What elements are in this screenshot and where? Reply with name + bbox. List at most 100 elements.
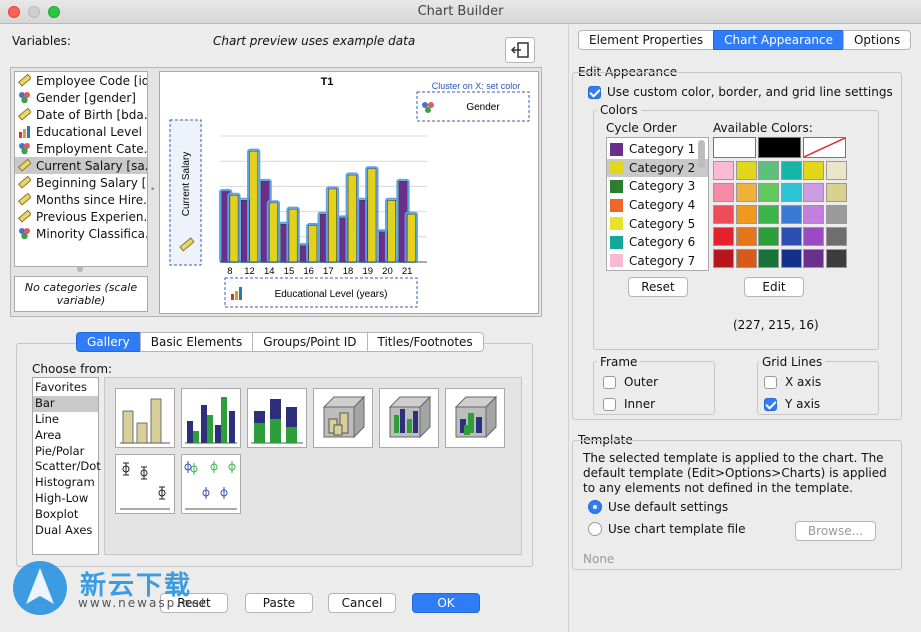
edit-color-button[interactable]: Edit (744, 277, 804, 297)
bar[interactable] (367, 168, 377, 263)
tab-options[interactable]: Options (842, 30, 912, 50)
cancel-button[interactable]: Cancel (328, 593, 396, 613)
clustered-bar-thumbnail[interactable] (181, 388, 241, 448)
palette-swatch-large[interactable] (713, 137, 756, 158)
cycle-category-item[interactable]: Category 3 (607, 177, 708, 196)
chart-type-item[interactable]: High-Low (33, 491, 98, 507)
tab-groups-point-id[interactable]: Groups/Point ID (252, 332, 367, 352)
chart-preview[interactable]: T1 Current Salary Cluster on X: set color G… (159, 71, 539, 314)
palette-swatch[interactable] (713, 183, 734, 202)
palette-swatch[interactable] (803, 161, 824, 180)
tab-gallery[interactable]: Gallery (76, 332, 140, 352)
palette-swatch[interactable] (803, 205, 824, 224)
use-default-radio[interactable] (588, 500, 602, 514)
chart-type-item[interactable]: Favorites (33, 380, 98, 396)
variable-item[interactable]: Months since Hire... (15, 191, 147, 208)
tab-chart-appearance[interactable]: Chart Appearance (713, 30, 843, 50)
variable-list[interactable]: Employee Code [id] Gender [gender] Date of… (14, 71, 148, 267)
clustered-error-bar-thumbnail[interactable] (181, 454, 241, 514)
palette-swatch[interactable] (825, 249, 847, 268)
inner-frame-row[interactable]: Inner (603, 397, 655, 411)
outer-frame-checkbox[interactable] (603, 375, 616, 389)
browse-button[interactable]: Browse... (795, 521, 876, 541)
variable-item[interactable]: Minority Classifica... (15, 225, 147, 242)
x-axis-grid-row[interactable]: X axis (764, 375, 821, 389)
variable-item[interactable]: Previous Experien... (15, 208, 147, 225)
variable-item[interactable]: Date of Birth [bda... (15, 106, 147, 123)
chart-type-item[interactable]: Bar (33, 395, 98, 412)
paste-button[interactable]: Paste (245, 593, 313, 613)
splitter-handle[interactable] (77, 266, 83, 272)
bar[interactable] (347, 174, 357, 263)
use-file-row[interactable]: Use chart template file (588, 522, 746, 536)
3d-bar-thumbnail[interactable] (313, 388, 373, 448)
use-file-radio[interactable] (588, 522, 602, 536)
variable-item[interactable]: Current Salary [sa... (15, 157, 147, 174)
palette-swatch[interactable] (713, 161, 734, 180)
custom-settings-row[interactable]: Use custom color, border, and grid line … (588, 85, 893, 99)
palette-swatch[interactable] (713, 205, 734, 224)
cycle-category-item[interactable]: Category 2 (607, 158, 708, 178)
palette-swatch[interactable] (803, 183, 824, 202)
variable-item[interactable]: Employee Code [id] (15, 72, 147, 89)
y-axis-grid-row[interactable]: Y axis (764, 397, 820, 411)
cycle-order-list[interactable]: Category 1 Category 2 Category 3 Category 4… (606, 137, 709, 271)
palette-swatch[interactable] (758, 161, 779, 180)
palette-swatch[interactable] (803, 227, 824, 246)
chart-type-item[interactable]: Line (33, 412, 98, 428)
cycle-category-item[interactable]: Category 1 (607, 140, 708, 159)
variable-item[interactable]: Employment Cate... (15, 140, 147, 157)
palette-swatch[interactable] (825, 183, 847, 202)
variable-item[interactable]: Beginning Salary [... (15, 174, 147, 191)
palette-swatch[interactable] (825, 227, 847, 246)
bar[interactable] (308, 225, 318, 263)
error-bar-thumbnail[interactable] (115, 454, 175, 514)
palette-swatch[interactable] (758, 205, 779, 224)
tab-titles-footnotes[interactable]: Titles/Footnotes (366, 332, 484, 352)
stacked-bar-thumbnail[interactable] (247, 388, 307, 448)
available-colors-grid[interactable] (713, 137, 849, 271)
palette-swatch[interactable] (780, 249, 802, 268)
collapse-panel-button[interactable] (505, 37, 535, 63)
chart-type-item[interactable]: Area (33, 428, 98, 444)
bar[interactable] (249, 150, 259, 263)
bar[interactable] (387, 199, 397, 263)
palette-swatch[interactable] (803, 249, 824, 268)
3d-stacked-bar-thumbnail[interactable] (445, 388, 505, 448)
chart-type-list[interactable]: Favorites Bar Line Area Pie/Polar Scatter/Dot… (32, 377, 101, 555)
palette-swatch[interactable] (780, 227, 802, 246)
chart-type-item[interactable]: Boxplot (33, 507, 98, 523)
palette-swatch[interactable] (735, 183, 757, 202)
cycle-category-item[interactable]: Category 4 (607, 196, 708, 215)
chart-type-item[interactable]: Pie/Polar (33, 444, 98, 460)
palette-swatch[interactable] (758, 249, 779, 268)
left-tabs[interactable]: Gallery Basic Elements Groups/Point ID Titl… (76, 332, 484, 352)
tab-element-properties[interactable]: Element Properties (578, 30, 714, 50)
use-default-row[interactable]: Use default settings (588, 500, 728, 514)
palette-swatch[interactable] (735, 249, 757, 268)
y-axis-grid-checkbox[interactable] (764, 397, 777, 411)
cycle-list-scrollbar[interactable] (698, 140, 705, 168)
variable-item[interactable]: Educational Level ... (15, 123, 147, 140)
chart-type-item[interactable]: Scatter/Dot (33, 459, 101, 475)
palette-swatch[interactable] (713, 227, 734, 246)
bar[interactable] (288, 208, 298, 263)
tab-basic-elements[interactable]: Basic Elements (139, 332, 253, 352)
cycle-category-item[interactable]: Category 5 (607, 214, 708, 233)
3d-clustered-bar-thumbnail[interactable] (379, 388, 439, 448)
custom-settings-checkbox[interactable] (588, 85, 601, 99)
variable-item[interactable]: Gender [gender] (15, 89, 147, 106)
splitter-dot[interactable]: • (150, 185, 155, 195)
right-tabs[interactable]: Element Properties Chart Appearance Option… (578, 30, 912, 50)
palette-swatch-large[interactable] (758, 137, 801, 158)
cycle-category-item[interactable]: Category 6 (607, 233, 708, 252)
palette-swatch[interactable] (713, 249, 734, 268)
cycle-category-item[interactable]: Category 7 (607, 252, 708, 270)
palette-swatch[interactable] (735, 205, 757, 224)
palette-swatch[interactable] (825, 161, 847, 180)
bar[interactable] (229, 194, 239, 263)
palette-swatch[interactable] (780, 205, 802, 224)
bar[interactable] (268, 202, 278, 263)
simple-bar-thumbnail[interactable] (115, 388, 175, 448)
outer-frame-row[interactable]: Outer (603, 375, 658, 389)
